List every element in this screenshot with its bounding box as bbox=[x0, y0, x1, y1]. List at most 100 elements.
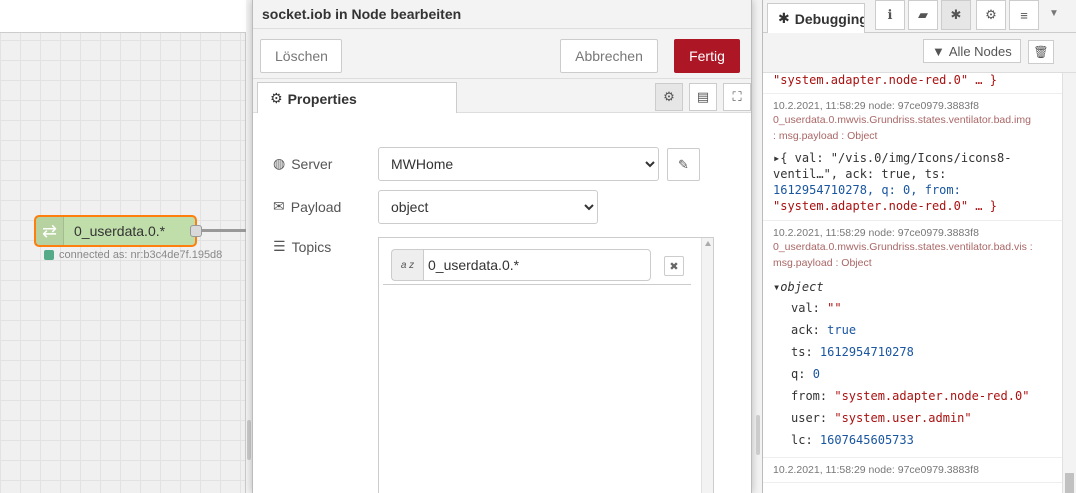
message-meta: 10.2.2021, 11:58:29 node: 97ce0979.3883f… bbox=[773, 227, 979, 239]
status-dot bbox=[44, 250, 54, 260]
payload-label-row: ✉ Payload bbox=[273, 198, 341, 215]
topic-input[interactable] bbox=[423, 249, 651, 281]
message-meta: 10.2.2021, 11:58:29 node: 97ce0979.3883f… bbox=[773, 100, 979, 112]
debug-filter-bar: ▼ Alle Nodes 🗑 bbox=[763, 33, 1076, 73]
edit-tray: socket.iob in Node bearbeiten Löschen Ab… bbox=[252, 0, 752, 493]
bug-icon[interactable]: ✱ bbox=[941, 0, 971, 30]
tray-title: socket.iob in Node bearbeiten bbox=[253, 0, 751, 29]
topics-list[interactable]: a z ✖ bbox=[378, 237, 714, 493]
properties-form: ◍ Server MWHome ✎ ✉ Payload object ☰ Top… bbox=[253, 113, 751, 493]
message-meta: 10.2.2021, 11:58:29 node: 97ce0979.3883f… bbox=[773, 464, 979, 476]
sidebar-tabs: ✱ Debugging ℹ ▰ ✱ ⚙ ≡ ▼ bbox=[763, 0, 1076, 33]
pencil-icon: ✎ bbox=[678, 156, 689, 172]
tray-toolbar: Löschen Abbrechen Fertig bbox=[253, 29, 751, 79]
tab-debug-label: Debugging bbox=[794, 10, 865, 27]
object-field: val: "" bbox=[773, 297, 1053, 319]
workspace-splitter[interactable] bbox=[247, 420, 251, 460]
field-key: from: bbox=[791, 389, 828, 403]
flow-node-socket-iob[interactable]: ⇄ 0_userdata.0.* bbox=[34, 215, 202, 247]
message-object[interactable]: ▾object val: "" ack: true ts: 1612954710… bbox=[773, 277, 1053, 451]
tab-debug[interactable]: ✱ Debugging bbox=[767, 3, 865, 33]
close-icon: ✖ bbox=[669, 260, 679, 273]
globe-icon: ◍ bbox=[273, 155, 286, 171]
topics-scrollbar[interactable] bbox=[701, 238, 713, 493]
field-value: "system.user.admin" bbox=[834, 411, 972, 425]
tab-properties[interactable]: ⚙ Properties bbox=[257, 82, 457, 114]
workspace-tabbar bbox=[0, 0, 246, 33]
field-value: 1607645605733 bbox=[819, 433, 914, 447]
remove-topic-button[interactable]: ✖ bbox=[664, 256, 684, 276]
field-key: user: bbox=[791, 411, 828, 425]
server-select[interactable]: MWHome bbox=[378, 147, 659, 181]
sidebar: ✱ Debugging ℹ ▰ ✱ ⚙ ≡ ▼ ▼ Alle Nodes 🗑 "… bbox=[762, 0, 1076, 493]
flow-node-label: 0_userdata.0.* bbox=[74, 223, 166, 239]
message-topic: 0_userdata.0.mwvis.Grundriss.states.vent… bbox=[773, 241, 1033, 253]
field-key: q: bbox=[791, 367, 806, 381]
preview-line: ventil…", ack: true, ts: bbox=[773, 167, 947, 181]
cancel-button[interactable]: Abbrechen bbox=[560, 39, 658, 73]
gear-icon: ⚙ bbox=[270, 90, 283, 106]
status-text: connected as: nr:b3c4de7f.195d8 bbox=[59, 249, 223, 261]
topics-label-row: ☰ Topics bbox=[273, 238, 331, 255]
object-field: user: "system.user.admin" bbox=[773, 407, 1053, 429]
object-field: q: 0 bbox=[773, 363, 1053, 385]
scrollbar-thumb[interactable] bbox=[1065, 473, 1074, 493]
field-value: 0 bbox=[812, 367, 820, 381]
list-item: a z ✖ bbox=[383, 243, 691, 285]
field-key: ts: bbox=[791, 345, 813, 359]
filter-button[interactable]: ▼ Alle Nodes bbox=[923, 39, 1021, 63]
trash-icon: 🗑 bbox=[1033, 45, 1049, 59]
database-icon[interactable]: ≡ bbox=[1009, 0, 1039, 30]
document-icon[interactable]: ▤ bbox=[689, 83, 717, 111]
tab-properties-label: Properties bbox=[287, 90, 357, 107]
frame-icon[interactable]: ⛶ bbox=[723, 83, 751, 111]
payload-label: Payload bbox=[290, 198, 342, 215]
message-topic: 0_userdata.0.mwvis.Grundriss.states.vent… bbox=[773, 114, 1031, 126]
server-label-row: ◍ Server bbox=[273, 155, 332, 172]
field-value: 1612954710278 bbox=[819, 345, 914, 359]
object-field: lc: 1607645605733 bbox=[773, 429, 1053, 451]
debug-message: 10.2.2021, 11:58:29 node: 97ce0979.3883f… bbox=[763, 94, 1063, 221]
book-icon[interactable]: ▰ bbox=[908, 0, 938, 30]
debug-message: 10.2.2021, 11:58:29 node: 97ce0979.3883f… bbox=[763, 458, 1063, 483]
debug-scrollbar[interactable] bbox=[1062, 73, 1076, 493]
flow-workspace[interactable]: ⇄ 0_userdata.0.* connected as: nr:b3c4de… bbox=[0, 0, 246, 493]
preview-line: 1612954710278, q: 0, from: bbox=[773, 183, 961, 197]
gear-icon[interactable]: ⚙ bbox=[976, 0, 1006, 30]
message-preview: "system.adapter.node-red.0" … } bbox=[773, 73, 997, 87]
edit-server-button[interactable]: ✎ bbox=[667, 148, 700, 181]
node-status: connected as: nr:b3c4de7f.195d8 bbox=[44, 249, 222, 261]
preview-line: "system.adapter.node-red.0" … } bbox=[773, 199, 997, 213]
type-select[interactable]: a z bbox=[391, 249, 423, 281]
envelope-icon: ✉ bbox=[273, 198, 285, 214]
object-field: ts: 1612954710278 bbox=[773, 341, 1053, 363]
done-button[interactable]: Fertig bbox=[674, 39, 740, 73]
server-label: Server bbox=[291, 155, 333, 172]
object-toggle[interactable]: ▾object bbox=[773, 277, 1053, 297]
payload-select[interactable]: object bbox=[378, 190, 598, 224]
list-icon: ☰ bbox=[273, 238, 286, 254]
sidebar-splitter[interactable] bbox=[756, 415, 760, 455]
debug-message: "system.adapter.node-red.0" … } bbox=[763, 73, 1063, 94]
filter-icon: ▼ bbox=[932, 43, 945, 59]
message-type: : msg.payload : Object bbox=[773, 130, 878, 142]
message-preview[interactable]: ▸{ val: "/vis.0/img/Icons/icons8- ventil… bbox=[773, 150, 1053, 214]
tray-tabs: ⚙ Properties ⚙ ▤ ⛶ bbox=[253, 79, 751, 114]
field-value: "system.adapter.node-red.0" bbox=[834, 389, 1030, 403]
gear-icon[interactable]: ⚙ bbox=[655, 83, 683, 111]
debug-message: 10.2.2021, 11:58:29 node: 97ce0979.3883f… bbox=[763, 221, 1063, 458]
chevron-down-icon[interactable]: ▼ bbox=[1049, 8, 1059, 19]
message-type: msg.payload : Object bbox=[773, 257, 872, 269]
delete-button[interactable]: Löschen bbox=[260, 39, 342, 73]
preview-line: ▸{ val: "/vis.0/img/Icons/icons8- bbox=[773, 151, 1012, 165]
output-port[interactable] bbox=[190, 225, 202, 237]
bug-icon: ✱ bbox=[778, 10, 790, 26]
debug-messages: "system.adapter.node-red.0" … } 10.2.202… bbox=[763, 73, 1063, 493]
field-key: lc: bbox=[791, 433, 813, 447]
info-icon[interactable]: ℹ bbox=[875, 0, 905, 30]
field-value: true bbox=[827, 323, 857, 337]
clear-messages-button[interactable]: 🗑 bbox=[1028, 40, 1054, 64]
filter-label: Alle Nodes bbox=[948, 43, 1012, 59]
field-key: ack: bbox=[791, 323, 820, 337]
object-field: from: "system.adapter.node-red.0" bbox=[773, 385, 1053, 407]
